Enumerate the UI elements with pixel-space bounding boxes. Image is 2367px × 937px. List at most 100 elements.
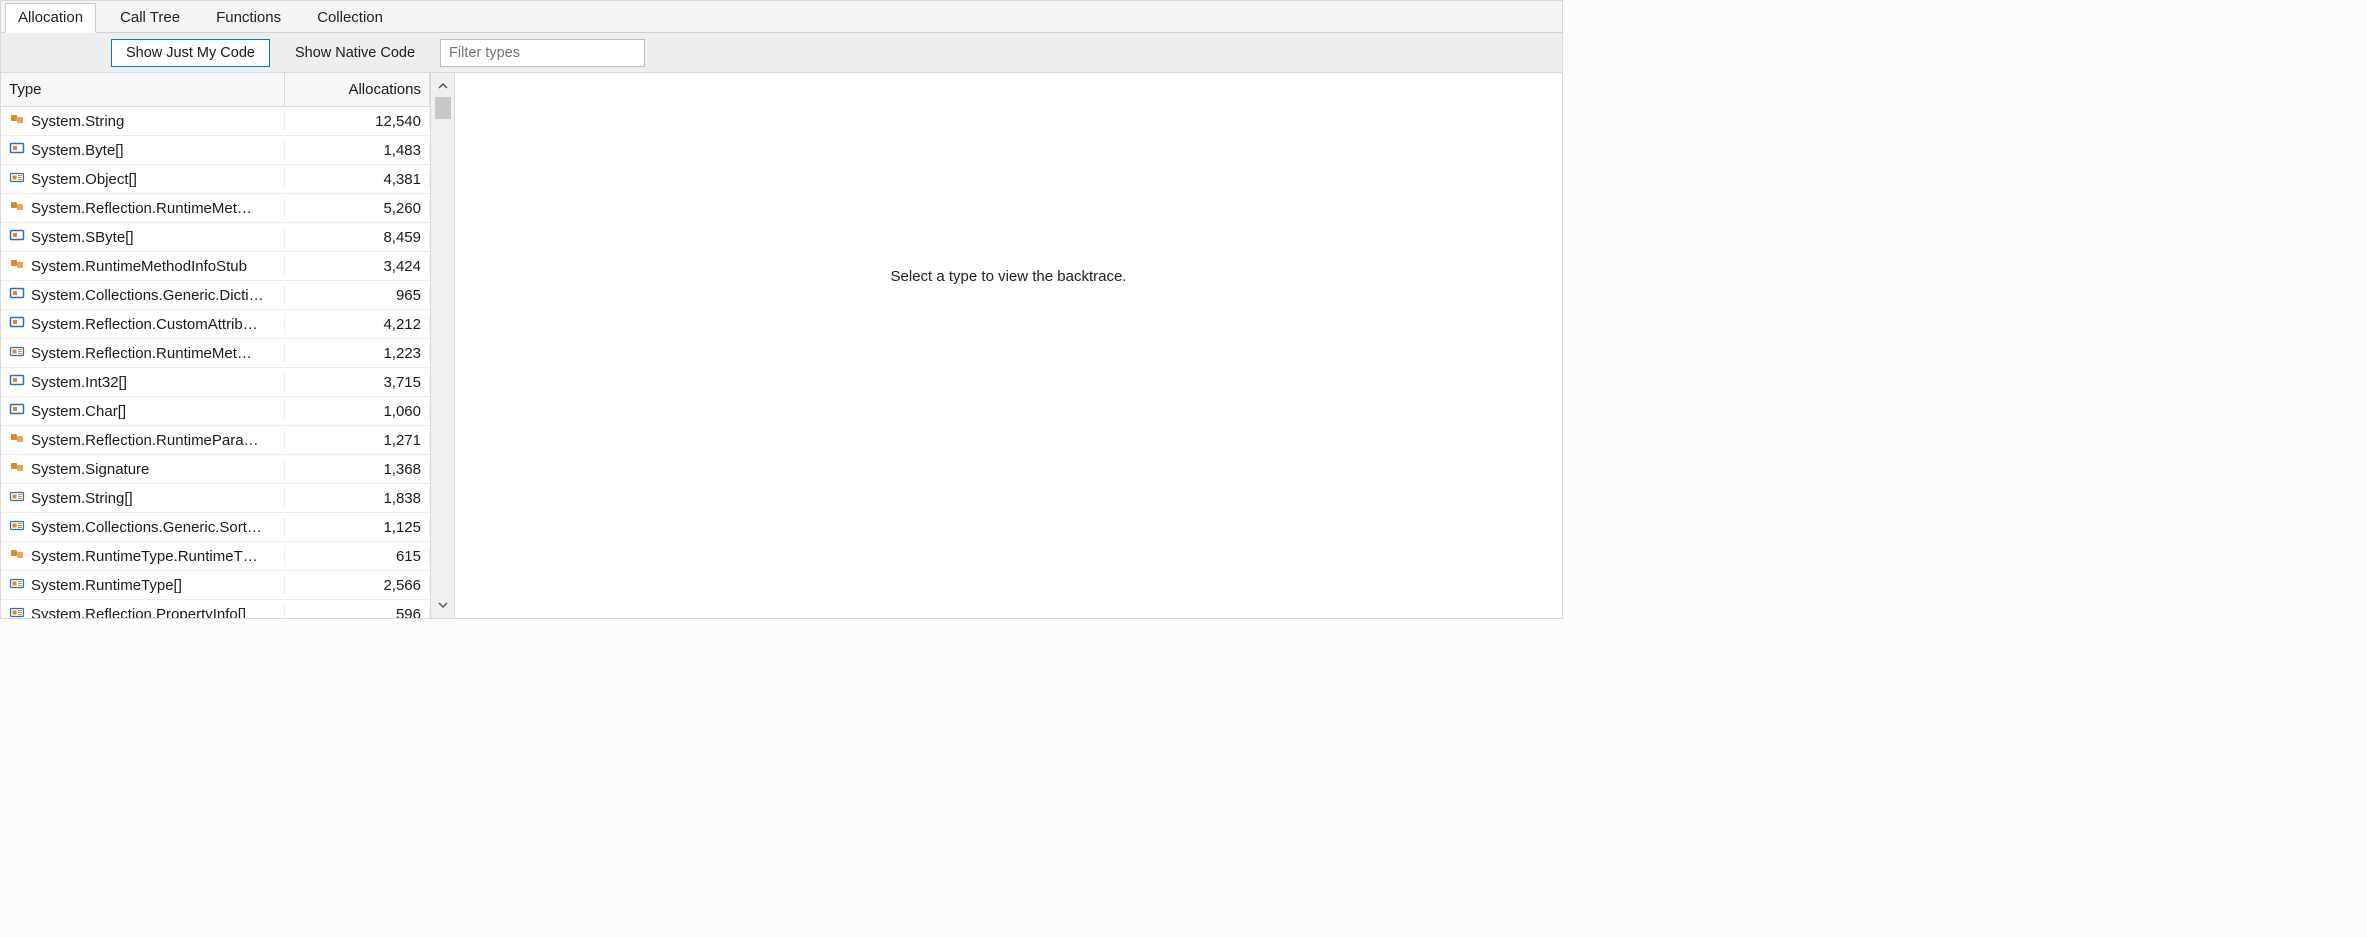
profiler-window: Allocation Call Tree Functions Collection S… [0,0,1563,619]
table-row[interactable]: System.Reflection.RuntimeMet… 5,260 [1,194,430,223]
table-row[interactable]: System.Collections.Generic.Dicti… 965 [1,281,430,310]
type-cell: System.Reflection.RuntimeMet… [1,198,285,218]
allocations-cell: 4,212 [285,316,430,333]
array-icon [9,604,25,618]
type-cell: System.Reflection.RuntimeMet… [1,343,285,363]
table-row[interactable]: System.SByte[] 8,459 [1,223,430,252]
allocations-cell: 1,223 [285,345,430,362]
class-icon [9,111,25,131]
type-cell: System.RuntimeType.RuntimeT… [1,546,285,566]
type-name: System.Reflection.RuntimeMet… [31,345,252,362]
backtrace-panel: Select a type to view the backtrace. [455,73,1562,618]
allocations-cell: 1,271 [285,432,430,449]
table-row[interactable]: System.String[] 1,838 [1,484,430,513]
type-cell: System.RuntimeType[] [1,575,285,595]
table-row[interactable]: System.RuntimeType.RuntimeT… 615 [1,542,430,571]
allocations-cell: 5,260 [285,200,430,217]
show-just-my-code-button[interactable]: Show Just My Code [111,39,270,67]
class-icon [9,198,25,218]
table-row[interactable]: System.Byte[]1,483 [1,136,430,165]
type-name: System.Collections.Generic.Dicti… [31,287,264,304]
type-name: System.Reflection.CustomAttrib… [31,316,258,333]
table-row[interactable]: System.RuntimeType[]2,566 [1,571,430,600]
table-row[interactable]: System.Reflection.PropertyInfo[] 596 [1,600,430,618]
type-cell: System.Reflection.RuntimePara… [1,430,285,450]
table-row[interactable]: System.Signature1,368 [1,455,430,484]
class-icon [9,546,25,566]
table-row[interactable]: System.Int32[] 3,715 [1,368,430,397]
allocations-cell: 4,381 [285,171,430,188]
allocations-cell: 965 [285,287,430,304]
type-name: System.SByte[] [31,229,134,246]
struct-icon [9,314,25,334]
class-icon [9,430,25,450]
allocations-cell: 596 [285,606,430,619]
allocations-table: Type Allocations System.String12,540Syst… [1,73,431,618]
filter-types-input[interactable] [440,39,645,67]
allocations-cell: 3,424 [285,258,430,275]
allocations-cell: 1,125 [285,519,430,536]
table-body: System.String12,540System.Byte[]1,483Sys… [1,107,430,618]
type-name: System.Reflection.RuntimePara… [31,432,259,449]
table-row[interactable]: System.Char[]1,060 [1,397,430,426]
type-name: System.Reflection.RuntimeMet… [31,200,252,217]
scroll-down-icon[interactable] [434,596,452,614]
allocations-cell: 12,540 [285,113,430,130]
type-cell: System.Collections.Generic.Sort… [1,517,285,537]
toolbar: Show Just My Code Show Native Code [1,33,1562,73]
tab-collection[interactable]: Collection [305,4,395,32]
tab-functions[interactable]: Functions [204,4,293,32]
tab-allocation[interactable]: Allocation [5,3,96,33]
type-name: System.Collections.Generic.Sort… [31,519,262,536]
allocations-cell: 3,715 [285,374,430,391]
class-icon [9,459,25,479]
allocations-cell: 615 [285,548,430,565]
array-icon [9,343,25,363]
type-name: System.RuntimeMethodInfoStub [31,258,247,275]
struct-icon [9,140,25,160]
type-cell: System.Char[] [1,401,285,421]
scroll-thumb[interactable] [435,97,451,119]
content-area: Type Allocations System.String12,540Syst… [1,73,1562,618]
type-name: System.Int32[] [31,374,127,391]
table-row[interactable]: System.Reflection.CustomAttrib… 4,212 [1,310,430,339]
type-cell: System.Byte[] [1,140,285,160]
table-row[interactable]: System.Reflection.RuntimeMet… 1,223 [1,339,430,368]
vertical-scrollbar[interactable] [431,73,455,618]
struct-icon [9,401,25,421]
type-name: System.String [31,113,124,130]
tab-strip: Allocation Call Tree Functions Collection [1,1,1562,33]
type-name: System.RuntimeType.RuntimeT… [31,548,258,565]
type-cell: System.Reflection.CustomAttrib… [1,314,285,334]
struct-icon [9,372,25,392]
show-native-code-button[interactable]: Show Native Code [280,39,430,67]
array-icon [9,575,25,595]
type-cell: System.String[] [1,488,285,508]
type-cell: System.Signature [1,459,285,479]
type-name: System.String[] [31,490,133,507]
type-cell: System.Object[] [1,169,285,189]
array-icon [9,169,25,189]
allocations-column-header[interactable]: Allocations [285,73,430,106]
table-row[interactable]: System.Object[] 4,381 [1,165,430,194]
type-column-header[interactable]: Type [1,73,285,106]
table-row[interactable]: System.Collections.Generic.Sort… 1,125 [1,513,430,542]
struct-icon [9,227,25,247]
table-row[interactable]: System.String 12,540 [1,107,430,136]
array-icon [9,488,25,508]
type-cell: System.RuntimeMethodInfoStub [1,256,285,276]
table-row[interactable]: System.RuntimeMethodInfoStub 3,424 [1,252,430,281]
allocations-cell: 1,838 [285,490,430,507]
scroll-up-icon[interactable] [434,77,452,95]
array-icon [9,517,25,537]
type-name: System.Reflection.PropertyInfo[] [31,606,246,619]
type-name: System.Object[] [31,171,137,188]
type-cell: System.SByte[] [1,227,285,247]
table-row[interactable]: System.Reflection.RuntimePara… 1,271 [1,426,430,455]
type-cell: System.Collections.Generic.Dicti… [1,285,285,305]
allocations-cell: 8,459 [285,229,430,246]
struct-icon [9,285,25,305]
type-cell: System.Int32[] [1,372,285,392]
allocations-cell: 1,060 [285,403,430,420]
tab-call-tree[interactable]: Call Tree [108,4,192,32]
